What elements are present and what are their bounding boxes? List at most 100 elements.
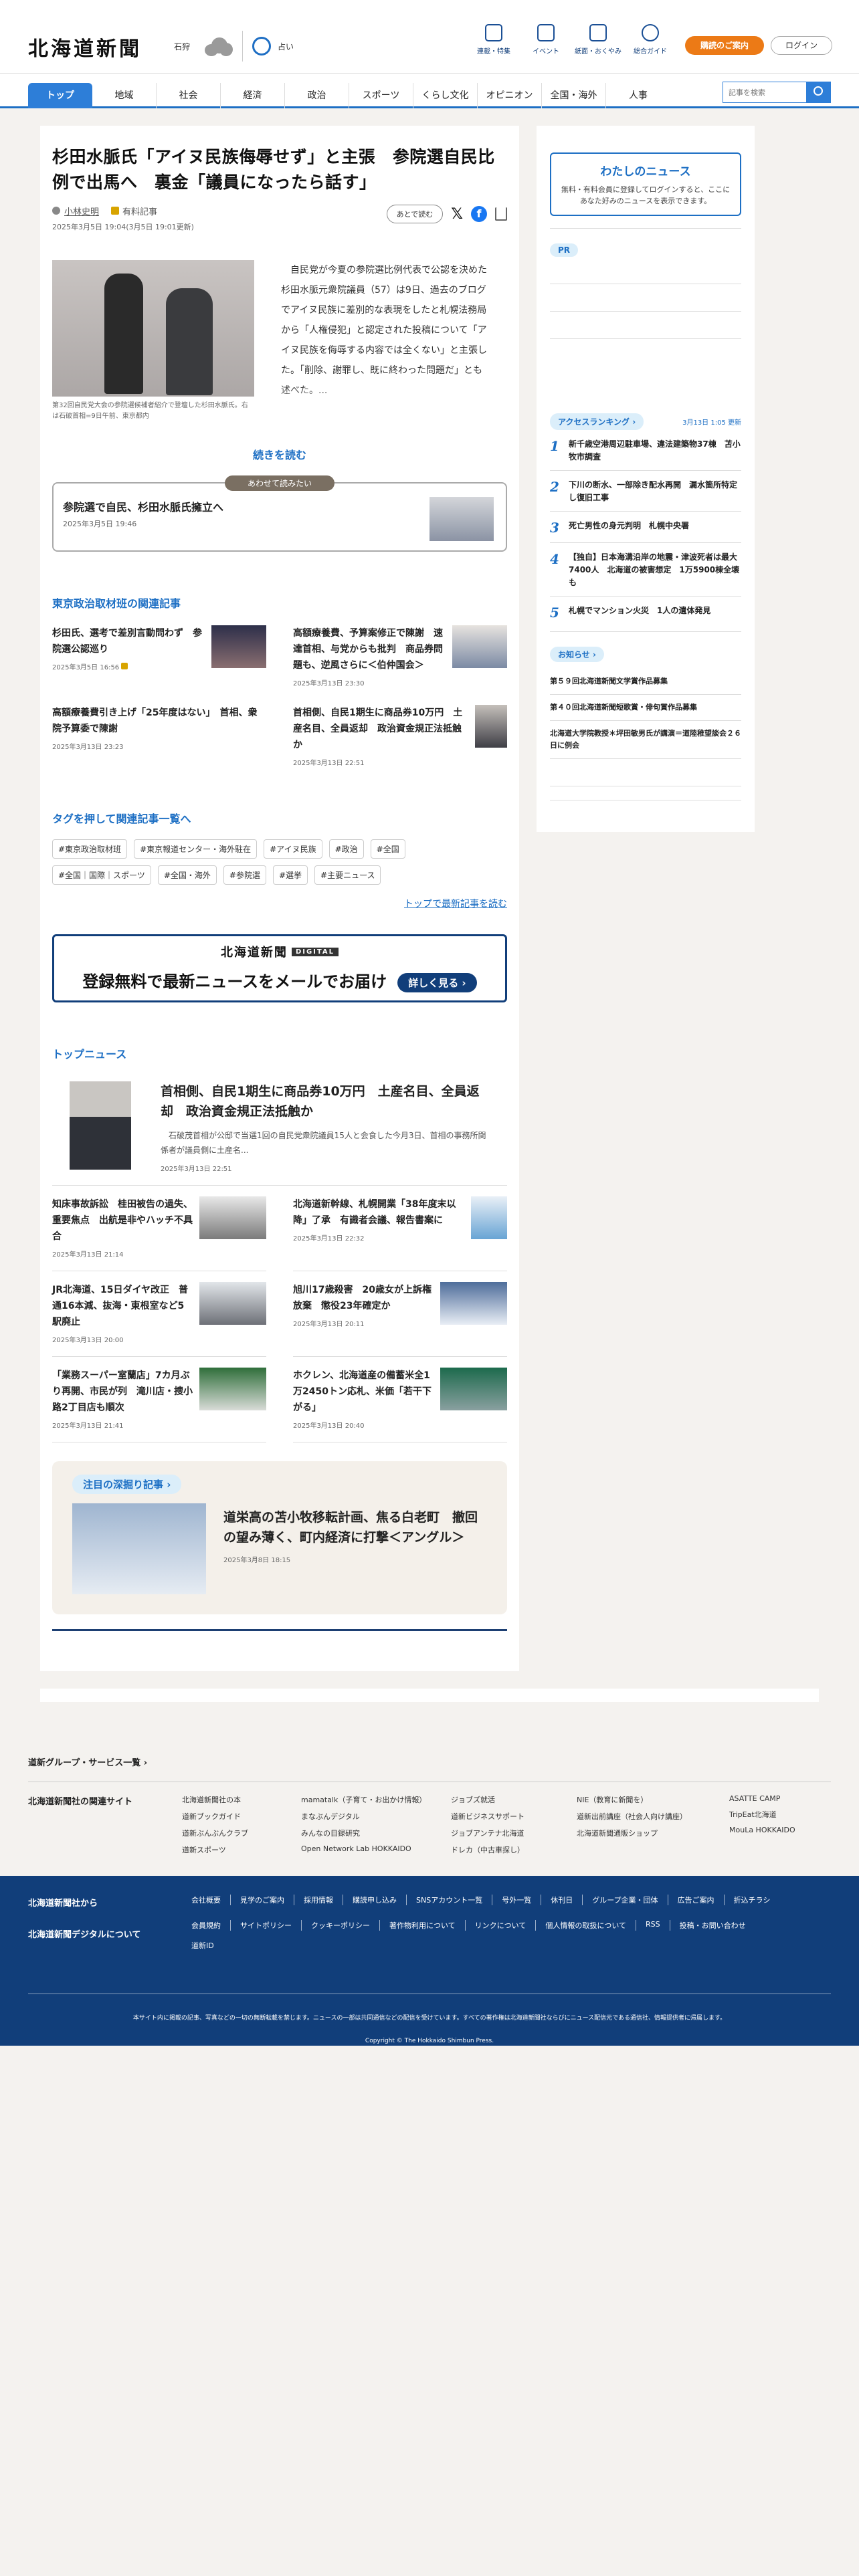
search-button[interactable] (807, 82, 831, 103)
search-input[interactable] (723, 82, 807, 103)
footer-link[interactable]: 道新ぶんぶんクラブ (182, 1828, 282, 1838)
footer-link[interactable]: mamatalk（子育て・お出かけ情報） (301, 1794, 432, 1805)
footer-link[interactable]: 見学のご案内 (231, 1895, 294, 1905)
footer-link[interactable]: 採用情報 (294, 1895, 343, 1905)
footer-link[interactable]: ASATTE CAMP (729, 1794, 796, 1803)
footer-link[interactable]: 道新ID (182, 1940, 223, 1951)
footer-link[interactable]: MouLa HOKKAIDO (729, 1826, 796, 1834)
footer-link[interactable]: まなぶんデジタル (301, 1811, 432, 1822)
top-news-lead[interactable]: 首相側、自民1期生に商品券10万円 土産名目、全員返却 政治資金規正法抵触か 石… (52, 1081, 507, 1186)
deep-dive-label[interactable]: 注目の深掘り記事 › (72, 1475, 182, 1494)
footer-link[interactable]: 北海道新聞通販ショップ (577, 1828, 710, 1838)
footer-link[interactable]: Open Network Lab HOKKAIDO (301, 1844, 432, 1853)
nav-world[interactable]: 全国・海外 (542, 83, 606, 108)
footer-link[interactable]: 折込チラシ (725, 1895, 780, 1905)
footer-link[interactable]: NIE（教育に新聞を） (577, 1794, 710, 1805)
nav-politics[interactable]: 政治 (285, 83, 349, 108)
footer-link[interactable]: グループ企業・団体 (583, 1895, 668, 1905)
footer-link[interactable]: リンクについて (466, 1920, 537, 1931)
email-signup-banner[interactable]: 北海道新聞 DIGITAL 登録無料で最新ニュースをメールでお届け 詳しく見る › (52, 934, 507, 1002)
footer-link[interactable]: みんなの目録研究 (301, 1828, 432, 1838)
ranking-item[interactable]: 2 下川の断水、一部除き配水再開 漏水箇所特定し復旧工事 (550, 471, 741, 512)
footer-link[interactable]: 個人情報の取扱について (536, 1920, 637, 1931)
read-later-button[interactable]: あとで読む (386, 205, 444, 223)
list-item[interactable]: 北海道新幹線、札幌開業「38年度末以降」了承 有識者会議、報告書案に 2025年3… (293, 1186, 507, 1271)
shortcut-guide[interactable]: 総合ガイド (626, 24, 674, 56)
footer-link[interactable]: 購読申し込み (343, 1895, 407, 1905)
tag[interactable]: #全国 (370, 839, 405, 859)
tag[interactable]: #東京政治取材班 (52, 839, 128, 859)
tag[interactable]: #参院選 (223, 865, 266, 885)
footer-link[interactable]: 道新ビジネスサポート (451, 1811, 558, 1822)
footer-link[interactable]: 北海道新聞社の本 (182, 1794, 282, 1805)
list-item[interactable]: 旭川17歳殺害 20歳女が上訴権放棄 懲役23年確定か 2025年3月13日 20… (293, 1271, 507, 1357)
banner-button[interactable]: 詳しく見る › (397, 972, 477, 992)
footer-link[interactable]: 広告ご案内 (668, 1895, 725, 1905)
nav-society[interactable]: 社会 (157, 83, 221, 108)
shortcut-paper[interactable]: 紙面・おくやみ (574, 24, 622, 56)
footer-link[interactable]: クッキーポリシー (302, 1920, 380, 1931)
shortcut-series[interactable]: 連載・特集 (470, 24, 518, 56)
x-share-icon[interactable]: 𝕏 (451, 206, 463, 223)
footer-link[interactable]: サイトポリシー (231, 1920, 302, 1931)
list-item[interactable]: 高額療養費引き上げ「25年度はない」 首相、衆院予算委で陳謝 2025年3月13日… (52, 705, 266, 767)
also-read-card[interactable]: あわせて読みたい 参院選で自民、杉田水脈氏擁立へ 2025年3月5日 19:46 (52, 475, 507, 552)
notice-item[interactable]: 第４０回北海道新聞短歌賞・俳句賞作品募集 (550, 695, 741, 721)
nav-opinion[interactable]: オピニオン (478, 83, 542, 108)
footer-link[interactable]: 休刊日 (541, 1895, 583, 1905)
list-item[interactable]: 杉田氏、選考で差別言動問わず 参院選公認巡り 2025年3月5日 16:56 (52, 625, 266, 687)
nav-life[interactable]: くらし文化 (413, 83, 478, 108)
article-photo[interactable] (52, 260, 254, 397)
nav-personnel[interactable]: 人事 (606, 83, 670, 108)
nav-economy[interactable]: 経済 (221, 83, 285, 108)
continue-reading-link[interactable]: 続きを読む (52, 446, 507, 462)
tag[interactable]: #政治 (328, 839, 364, 859)
tag[interactable]: #主要ニュース (314, 865, 381, 885)
nav-sports[interactable]: スポーツ (349, 83, 413, 108)
footer-link[interactable]: ジョブズ就活 (451, 1794, 558, 1805)
ranking-label[interactable]: アクセスランキング › (550, 413, 644, 430)
footer-link[interactable]: ジョブアンテナ北海道 (451, 1828, 558, 1838)
footer-link[interactable]: SNSアカウント一覧 (407, 1895, 493, 1905)
site-logo[interactable]: 北海道新聞 (28, 32, 142, 62)
list-item[interactable]: 「業務スーパー室蘭店」7カ月ぶり再開、市民が列 滝川店・捜小路2丁目店も順次 20… (52, 1357, 266, 1442)
tag[interactable]: #全国｜国際｜スポーツ (52, 865, 151, 885)
footer-link[interactable]: 道新ブックガイド (182, 1811, 282, 1822)
notice-label[interactable]: お知らせ › (550, 647, 604, 662)
latest-news-link[interactable]: トップで最新記事を読む (52, 897, 507, 910)
ranking-item[interactable]: 1 新千歳空港周辺駐車場、違法建築物37棟 苫小牧市調査 (550, 430, 741, 471)
subscribe-button[interactable]: 購読のご案内 (685, 36, 764, 55)
list-item[interactable]: 知床事故訴訟 桂田被告の過失、重要焦点 出航是非やハッチ不具合 2025年3月13… (52, 1186, 266, 1271)
footer-link[interactable]: ドレカ（中古車探し） (451, 1844, 558, 1855)
list-item[interactable]: ホクレン、北海道産の備蓄米全1万2450トン応札、米価「若干下がる」 2025年3… (293, 1357, 507, 1442)
author-link[interactable]: 小林史明 (64, 207, 99, 217)
footer-link[interactable]: 会社概要 (182, 1895, 231, 1905)
login-button[interactable]: ログイン (771, 36, 832, 55)
footer-link[interactable]: 道新スポーツ (182, 1844, 282, 1855)
footer-link[interactable]: 号外一覧 (492, 1895, 542, 1905)
tag[interactable]: #選挙 (272, 865, 308, 885)
tag[interactable]: #アイヌ民族 (264, 839, 322, 859)
footer-link[interactable]: TripEat北海道 (729, 1809, 796, 1820)
tag[interactable]: #全国・海外 (157, 865, 217, 885)
ranking-item[interactable]: 3 死亡男性の身元判明 札幌中央署 (550, 512, 741, 543)
group-services-link[interactable]: 道新グループ・サービス一覧 › (28, 1755, 831, 1782)
footer-link[interactable]: 道新出前講座（社会人向け講座） (577, 1811, 710, 1822)
ranking-item[interactable]: 4 【独自】日本海溝沿岸の地震・津波死者は最大7400人 北海道の被害想定 1万5… (550, 543, 741, 597)
footer-link[interactable]: RSS (636, 1920, 670, 1931)
nav-top[interactable]: トップ (28, 83, 92, 108)
ranking-item[interactable]: 5 札幌でマンション火災 1人の遺体発見 (550, 597, 741, 627)
facebook-share-icon[interactable]: f (471, 206, 487, 222)
list-item[interactable]: 高額療養費、予算案修正で陳謝 速達首相、与党からも批判 商品券問題も、逆風さらに… (293, 625, 507, 687)
list-item[interactable]: 首相側、自民1期生に商品券10万円 土産名目、全員返却 政治資金規正法抵触か 20… (293, 705, 507, 767)
shortcut-events[interactable]: イベント (522, 24, 570, 56)
notice-item[interactable]: 北海道大学院教授＊坪田敏男氏が講演＝道陸稚望談会２６日に例会 (550, 721, 741, 759)
deep-dive-item[interactable]: 道栄高の苫小牧移転計画、焦る白老町 撤回の望み薄く、町内経済に打撃＜アングル＞ … (72, 1503, 487, 1594)
list-item[interactable]: JR北海道、15日ダイヤ改正 普通16本減、抜海・東根室など5駅廃止 2025年3… (52, 1271, 266, 1357)
weather-widget[interactable]: 石狩 占い (174, 31, 294, 62)
share-icon[interactable] (495, 207, 507, 221)
nav-region[interactable]: 地域 (92, 83, 157, 108)
notice-item[interactable]: 第５９回北海道新聞文学賞作品募集 (550, 669, 741, 695)
footer-link[interactable]: 投稿・お問い合わせ (670, 1920, 755, 1931)
footer-link[interactable]: 会員規約 (182, 1920, 231, 1931)
